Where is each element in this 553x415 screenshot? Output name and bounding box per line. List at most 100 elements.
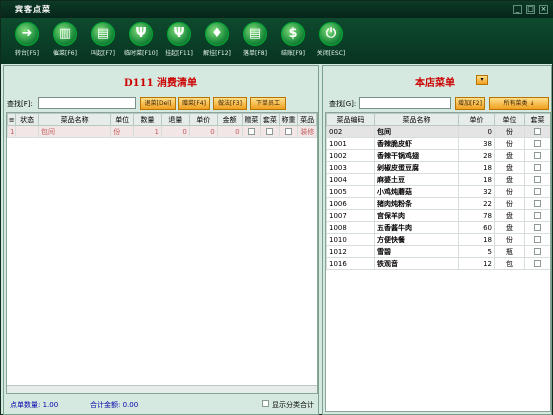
add-dish-button[interactable]: 增加[F2] (455, 97, 485, 110)
arrow-icon: ➜ (15, 22, 39, 46)
menu-set-checkbox[interactable] (534, 224, 541, 231)
col-set[interactable]: 套菜 (260, 113, 280, 126)
menu-row[interactable]: 002 包间 0 份 (326, 125, 550, 138)
toolbar-button-label: 结账[F9] (281, 50, 305, 57)
toolbar-button-label: 催菜[F6] (53, 50, 77, 57)
menu-row-name: 香辣脆皮虾 (374, 137, 459, 150)
menu-row[interactable]: 1006 猪肉炖粉条 22 份 (326, 197, 550, 210)
weigh-checkbox[interactable] (285, 128, 293, 135)
menu-row[interactable]: 1001 香辣脆皮虾 38 份 (326, 137, 550, 150)
toolbar-button-1[interactable]: ▥ 催菜[F6] (45, 22, 85, 62)
close-icon[interactable]: × (539, 5, 548, 14)
toolbar-button-6[interactable]: ▤ 落单[F8] (235, 22, 275, 62)
col-unit[interactable]: 单位 (110, 113, 135, 126)
menu-set-checkbox[interactable] (534, 260, 541, 267)
set-checkbox[interactable] (266, 128, 274, 135)
menu-set-checkbox[interactable] (534, 188, 541, 195)
method-button[interactable]: 做法[F3] (213, 97, 247, 110)
gift-dish-button[interactable]: 赠菜[F4] (178, 97, 210, 110)
col-returned[interactable]: 退量 (160, 113, 190, 126)
toolbar-button-4[interactable]: Ψ 挂起[F11] (159, 22, 199, 62)
order-window: 宾客点菜 _ □ × ➜ 转台[F5] ▥ 催菜[F6] ▤ 叫起[F7] Ψ 临时菜[F10… (0, 0, 553, 415)
note-icon: ▤ (243, 22, 267, 46)
menu-row[interactable]: 1008 五香酱牛肉 60 盘 (326, 221, 550, 234)
menu-row-unit: 盘 (494, 209, 525, 222)
menu-row[interactable]: 1016 铁观音 12 包 (326, 257, 550, 270)
toolbar-button-label: 转台[F5] (15, 50, 39, 57)
menu-row-code: 1012 (326, 245, 375, 258)
menu-set-checkbox[interactable] (534, 212, 541, 219)
menu-set-checkbox[interactable] (534, 200, 541, 207)
toolbar-button-0[interactable]: ➜ 转台[F5] (7, 22, 47, 62)
left-search-input[interactable] (38, 97, 136, 109)
row-price: 0 (188, 125, 218, 138)
menu-row[interactable]: 1007 宫保羊肉 78 盘 (326, 209, 550, 222)
consumption-list-title: D111 消费清单 (124, 78, 198, 89)
horizontal-scrollbar[interactable] (7, 385, 317, 393)
all-categories-button[interactable]: 所有菜类 ↓ (489, 97, 549, 110)
menu-row-name: 宫保羊肉 (374, 209, 459, 222)
col-qty[interactable]: 数量 (133, 113, 162, 126)
col-price[interactable]: 单价 (188, 113, 218, 126)
col-dish-name[interactable]: 菜品名称 (37, 113, 112, 126)
col-menu-price[interactable]: 单价 (458, 113, 495, 126)
maximize-icon[interactable]: □ (526, 5, 535, 14)
menu-row-price: 18 (458, 173, 495, 186)
menu-row[interactable]: 1005 小鸡炖蘑菇 32 份 (326, 185, 550, 198)
menu-row-code: 1002 (326, 149, 375, 162)
menu-set-checkbox[interactable] (534, 140, 541, 147)
menu-row-name: 雪碧 (374, 245, 459, 258)
toolbar-button-label: 叫起[F7] (91, 50, 115, 57)
menu-row-code: 1003 (326, 161, 375, 174)
menu-row[interactable]: 1003 剁椒皮蛋豆腐 18 盘 (326, 161, 550, 174)
menu-set-checkbox[interactable] (534, 248, 541, 255)
gift-checkbox[interactable] (247, 128, 255, 135)
row-dish-name: 包间 (37, 125, 112, 138)
col-menu-dish-name[interactable]: 菜品名称 (374, 113, 459, 126)
menu-row[interactable]: 1002 香辣干锅鸡翅 28 盘 (326, 149, 550, 162)
menu-row[interactable]: 1004 麻婆土豆 18 盘 (326, 173, 550, 186)
col-dish-code[interactable]: 菜品编码 (326, 113, 375, 126)
menu-row-price: 22 (458, 197, 495, 210)
menu-title: 本店菜单 (415, 78, 455, 89)
toolbar-button-3[interactable]: Ψ 临时菜[F10] (121, 22, 161, 62)
chevron-down-icon[interactable]: ▾ (476, 75, 488, 85)
return-dish-button[interactable]: 退菜[Del] (140, 97, 176, 110)
menu-row[interactable]: 1012 雪碧 5 瓶 (326, 245, 550, 258)
toolbar-button-5[interactable]: ♦ 解挂[F12] (197, 22, 237, 62)
toolbar-button-8[interactable]: ⏻ 关闭[ESC] (311, 22, 351, 62)
menu-set-checkbox[interactable] (534, 236, 541, 243)
show-category-label: 显示分类合计 (272, 401, 314, 409)
col-menu-set[interactable]: 套菜 (524, 113, 550, 126)
menu-set-checkbox[interactable] (534, 152, 541, 159)
menu-row-unit: 份 (494, 197, 525, 210)
menu-row-price: 18 (458, 161, 495, 174)
col-dish-extra[interactable]: 菜品 (297, 113, 317, 126)
col-weigh[interactable]: 称重 (278, 113, 299, 126)
show-category-checkbox[interactable] (262, 400, 269, 407)
row-unit: 份 (110, 125, 135, 138)
col-menu-unit[interactable]: 单位 (494, 113, 525, 126)
right-search-input[interactable] (359, 97, 451, 109)
menu-row[interactable]: 1010 方便快餐 18 份 (326, 233, 550, 246)
toolbar-button-2[interactable]: ▤ 叫起[F7] (83, 22, 123, 62)
col-amount[interactable]: 金额 (216, 113, 243, 126)
toolbar-button-label: 临时菜[F10] (124, 50, 158, 57)
row-returned: 0 (160, 125, 190, 138)
row-extra: 装修 (297, 125, 317, 138)
power-icon: ⏻ (319, 22, 343, 46)
menu-set-checkbox[interactable] (534, 164, 541, 171)
table-row[interactable]: 1 包间 份 1 0 0 0 装修 (7, 125, 317, 138)
menu-row-unit: 盘 (494, 161, 525, 174)
row-status (15, 125, 39, 138)
order-staff-button[interactable]: 下单员工 (250, 97, 286, 110)
menu-set-checkbox[interactable] (534, 176, 541, 183)
toolbar-button-7[interactable]: $ 结账[F9] (273, 22, 313, 62)
doc-icon: ▤ (91, 22, 115, 46)
left-search-label: 查找[F]: (7, 100, 33, 108)
col-gift[interactable]: 赠菜 (241, 113, 262, 126)
col-status[interactable]: 状态 (15, 113, 39, 126)
menu-set-checkbox[interactable] (534, 128, 541, 135)
minimize-icon[interactable]: _ (513, 5, 522, 14)
menu-row-unit: 份 (494, 125, 525, 138)
